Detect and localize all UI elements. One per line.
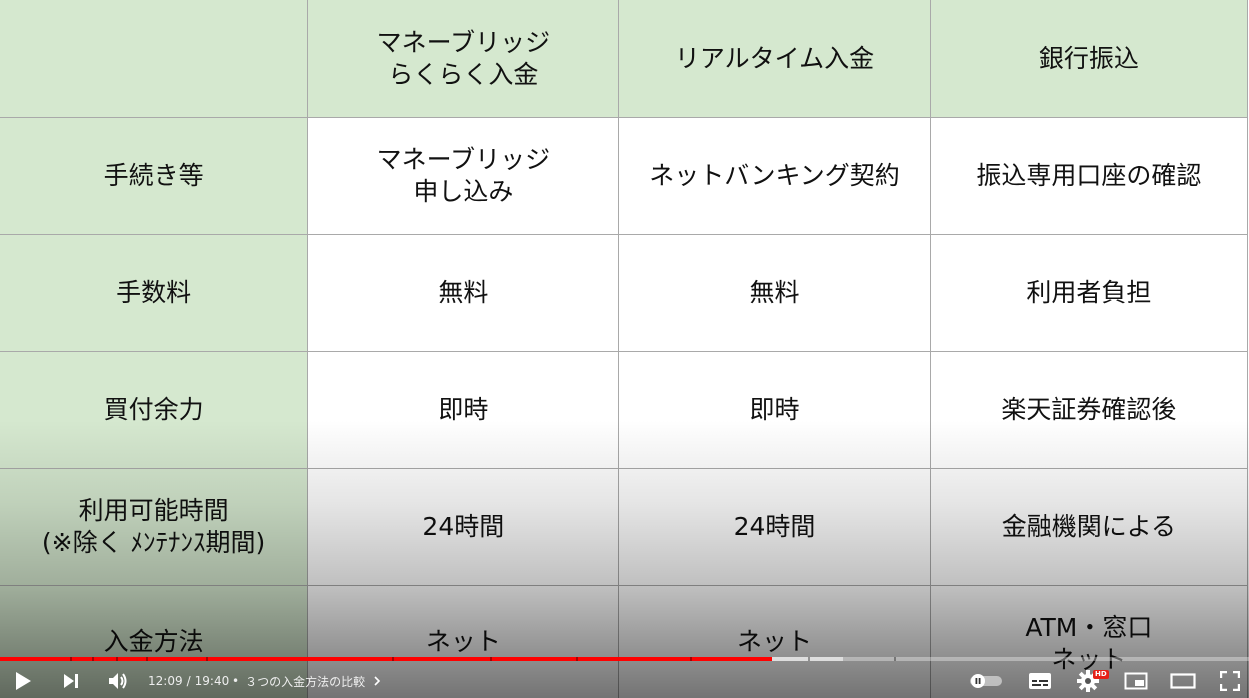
chapter-marker bbox=[808, 657, 810, 661]
comparison-table: マネーブリッジ らくらく入金 リアルタイム入金 銀行振込 手続き等 マネーブリッ… bbox=[0, 0, 1249, 698]
table-cell: 24時間 bbox=[307, 468, 620, 586]
hd-badge: HD bbox=[1093, 670, 1109, 679]
autoplay-toggle-icon bbox=[970, 674, 1002, 688]
table-cell: 無料 bbox=[618, 234, 931, 352]
chapter-marker bbox=[690, 657, 692, 661]
play-button[interactable] bbox=[10, 664, 36, 698]
table-cell: 金融機関による bbox=[929, 468, 1249, 586]
table-cell: 即時 bbox=[618, 351, 931, 469]
next-button[interactable] bbox=[58, 664, 84, 698]
table-row: 利用可能時間 (※除く ﾒﾝﾃﾅﾝｽ期間) 24時間 24時間 金融機関による bbox=[0, 468, 1249, 586]
time-separator: / bbox=[186, 674, 191, 688]
header-cell-bank-transfer: 銀行振込 bbox=[929, 0, 1249, 118]
chapter-marker bbox=[70, 657, 72, 661]
table-cell: マネーブリッジ 申し込み bbox=[307, 117, 620, 235]
autoplay-toggle[interactable] bbox=[968, 664, 1004, 698]
row-label: 買付余力 bbox=[0, 351, 309, 469]
header-cell-empty bbox=[0, 0, 309, 118]
table-row: 買付余力 即時 即時 楽天証券確認後 bbox=[0, 351, 1249, 469]
table-cell: 振込専用口座の確認 bbox=[929, 117, 1249, 235]
table-cell: 無料 bbox=[307, 234, 620, 352]
player-controls: 12:09 / 19:40 • ３つの入金方法の比較 bbox=[0, 664, 1249, 698]
chapter-marker bbox=[92, 657, 94, 661]
chapter-marker bbox=[116, 657, 118, 661]
table-row: 手続き等 マネーブリッジ 申し込み ネットバンキング契約 振込専用口座の確認 bbox=[0, 117, 1249, 235]
table-cell: 即時 bbox=[307, 351, 620, 469]
miniplayer-button[interactable] bbox=[1122, 664, 1150, 698]
progress-bar[interactable] bbox=[0, 657, 1249, 661]
video-frame[interactable]: マネーブリッジ らくらく入金 リアルタイム入金 銀行振込 手続き等 マネーブリッ… bbox=[0, 0, 1249, 698]
chapter-marker bbox=[576, 657, 578, 661]
table-cell: 利用者負担 bbox=[929, 234, 1249, 352]
header-cell-realtime: リアルタイム入金 bbox=[618, 0, 931, 118]
chapter-button[interactable]: • ３つの入金方法の比較 bbox=[232, 664, 383, 698]
chapter-marker bbox=[490, 657, 492, 661]
play-icon bbox=[16, 672, 31, 690]
mute-button[interactable] bbox=[104, 664, 132, 698]
theater-icon bbox=[1170, 673, 1196, 689]
chapter-marker bbox=[206, 657, 208, 661]
table-cell: ネットバンキング契約 bbox=[618, 117, 931, 235]
subtitles-button[interactable] bbox=[1026, 664, 1054, 698]
duration: 19:40 bbox=[194, 674, 230, 688]
row-label: 利用可能時間 (※除く ﾒﾝﾃﾅﾝｽ期間) bbox=[0, 468, 309, 586]
volume-icon bbox=[109, 673, 127, 689]
chapter-marker bbox=[146, 657, 148, 661]
chapter-dot: • bbox=[232, 674, 240, 688]
time-display: 12:09 / 19:40 bbox=[148, 664, 229, 698]
table-cell: 24時間 bbox=[618, 468, 931, 586]
table-row: 手数料 無料 無料 利用者負担 bbox=[0, 234, 1249, 352]
next-icon bbox=[64, 674, 78, 688]
table-header-row: マネーブリッジ らくらく入金 リアルタイム入金 銀行振込 bbox=[0, 0, 1249, 118]
header-cell-moneybridge: マネーブリッジ らくらく入金 bbox=[307, 0, 620, 118]
current-time: 12:09 bbox=[148, 674, 183, 688]
fullscreen-icon bbox=[1220, 671, 1240, 691]
miniplayer-icon bbox=[1124, 672, 1148, 690]
fullscreen-button[interactable] bbox=[1216, 664, 1244, 698]
row-label: 手数料 bbox=[0, 234, 309, 352]
table-cell: 楽天証券確認後 bbox=[929, 351, 1249, 469]
chapter-marker bbox=[894, 657, 896, 661]
theater-mode-button[interactable] bbox=[1168, 664, 1198, 698]
chapter-marker bbox=[392, 657, 394, 661]
chevron-right-icon bbox=[374, 676, 381, 686]
subtitles-icon bbox=[1029, 673, 1051, 689]
row-label: 手続き等 bbox=[0, 117, 309, 235]
chapter-title: ３つの入金方法の比較 bbox=[245, 674, 366, 689]
